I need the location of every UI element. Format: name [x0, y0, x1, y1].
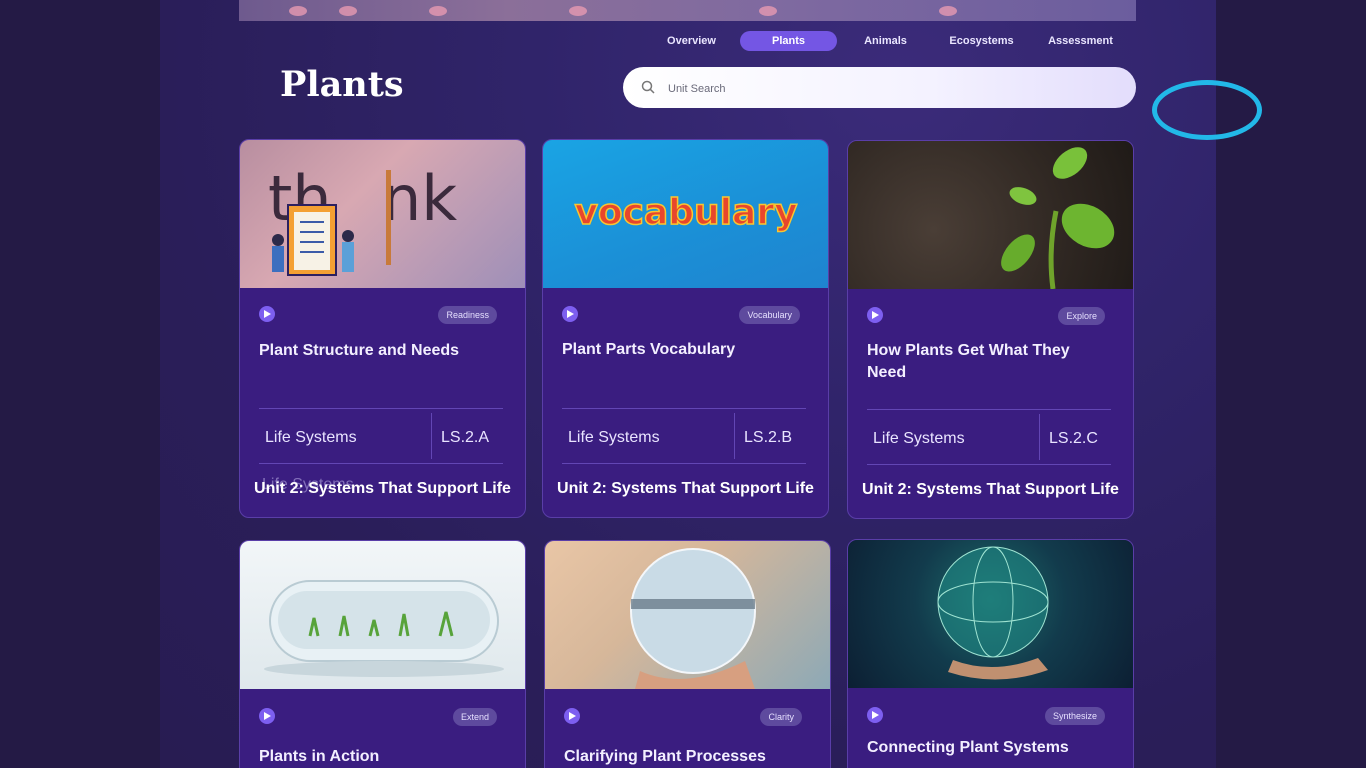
topic-label: Life Systems [873, 430, 965, 447]
category-badge: Synthesize [1044, 707, 1105, 725]
play-icon[interactable] [867, 707, 883, 723]
hero-banner [239, 0, 1136, 21]
meta-divider [1039, 414, 1040, 460]
search-input[interactable] [666, 75, 1110, 103]
unit-label: Unit 2: Systems That Support Life [862, 481, 1119, 498]
card-title: Plant Structure and Needs [259, 342, 460, 359]
category-badge: Clarity [760, 708, 802, 726]
card-title: Clarifying Plant Processes [564, 748, 766, 765]
lesson-card-vocabulary[interactable]: vocabulary Vocabulary Plant Parts Vocabu… [542, 139, 829, 518]
left-margin [0, 0, 160, 768]
tab-overview[interactable]: Overview [643, 31, 740, 51]
category-badge: Extend [452, 708, 497, 726]
lesson-card-clarifying[interactable]: Clarity Clarifying Plant Processes [544, 540, 831, 768]
decorative-arc [1152, 80, 1262, 140]
tab-ecosystems[interactable]: Ecosystems [933, 31, 1030, 51]
card-meta: Life Systems LS.2.C [867, 409, 1111, 465]
lesson-card-plants-in-action[interactable]: Extend Plants in Action [239, 540, 526, 768]
play-icon[interactable] [564, 708, 580, 724]
think-illustration: th nk [240, 140, 525, 288]
play-icon[interactable] [259, 306, 275, 322]
lesson-card-connecting[interactable]: Synthesize Connecting Plant Systems [847, 539, 1134, 768]
category-badge: Readiness [438, 306, 497, 324]
vocabulary-image-text: vocabulary [574, 192, 797, 233]
unit-label: Unit 2: Systems That Support Life [254, 480, 511, 497]
standard-code: LS.2.B [744, 429, 793, 446]
lesson-card-how-plants-get[interactable]: Explore How Plants Get What They Need Li… [847, 140, 1134, 519]
category-badge: Explore [1058, 307, 1105, 325]
seedling-photo [848, 141, 1133, 289]
search-bar[interactable] [623, 67, 1136, 108]
unit-label: Unit 2: Systems That Support Life [557, 480, 814, 497]
plant-pod-photo [240, 541, 525, 689]
tab-assessment[interactable]: Assessment [1032, 31, 1129, 51]
category-badge: Vocabulary [739, 306, 800, 324]
play-icon[interactable] [867, 307, 883, 323]
topic-label: Life Systems [265, 429, 357, 446]
page-content: Overview Plants Animals Ecosystems Asses… [160, 0, 1216, 768]
page-title: Plants [280, 64, 404, 105]
card-title: How Plants Get What They Need [867, 342, 1070, 381]
card-meta: Life Systems LS.2.A [259, 408, 503, 464]
vocabulary-letters: vocabulary [543, 140, 828, 288]
standard-code: LS.2.A [441, 429, 490, 446]
standard-code: LS.2.C [1049, 430, 1098, 447]
meta-divider [431, 413, 432, 459]
card-title: Plant Parts Vocabulary [562, 341, 736, 358]
search-icon [641, 80, 655, 94]
tab-plants[interactable]: Plants [740, 31, 837, 51]
crystal-ball-photo [545, 541, 830, 689]
network-globe-photo [848, 540, 1133, 688]
card-meta: Life Systems LS.2.B [562, 408, 806, 464]
card-title: Plants in Action [259, 748, 380, 765]
topic-label: Life Systems [568, 429, 660, 446]
play-icon[interactable] [259, 708, 275, 724]
card-title: Connecting Plant Systems [867, 739, 1069, 756]
meta-divider [734, 413, 735, 459]
tab-animals[interactable]: Animals [837, 31, 934, 51]
svg-text:nk: nk [382, 162, 457, 235]
lesson-card-plant-structure[interactable]: th nk Readiness Plant Structure and Need… [239, 139, 526, 518]
play-icon[interactable] [562, 306, 578, 322]
